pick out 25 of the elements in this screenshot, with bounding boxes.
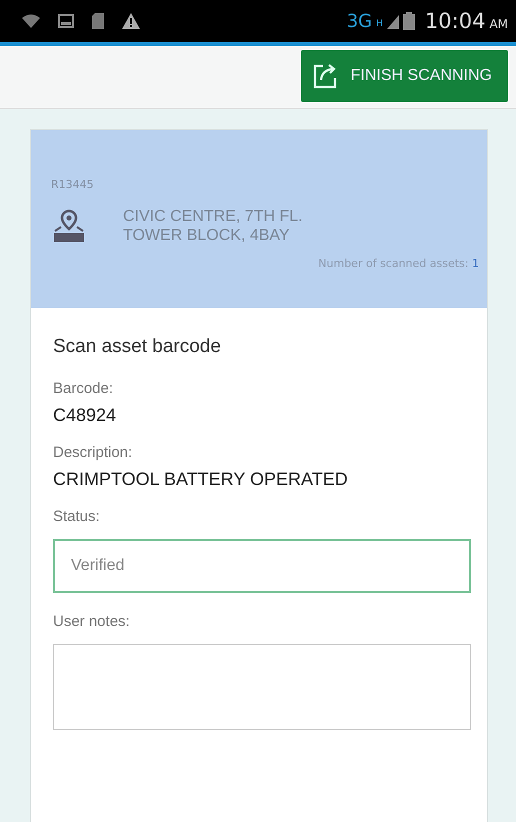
network-subtype: H bbox=[376, 19, 383, 29]
finish-scanning-button[interactable]: FINISH SCANNING bbox=[300, 50, 508, 102]
signal-icon bbox=[386, 13, 399, 29]
field-label: Barcode: bbox=[53, 380, 114, 397]
clock-time: 10:04 bbox=[424, 9, 486, 33]
wifi-icon bbox=[22, 14, 40, 28]
image-icon bbox=[58, 14, 74, 28]
input-field[interactable] bbox=[53, 644, 471, 730]
field-value: CRIMPTOOL BATTERY OPERATED bbox=[53, 469, 348, 490]
scanned-assets-count: Number of scanned assets: 1 bbox=[318, 257, 479, 270]
share-icon bbox=[312, 63, 339, 89]
network-type: 3G bbox=[346, 10, 372, 32]
location-pin-icon bbox=[51, 209, 87, 243]
field-label: Status: bbox=[53, 508, 100, 525]
field-label: Description: bbox=[53, 444, 132, 461]
field-label: User notes: bbox=[53, 613, 130, 630]
location-code: R13445 bbox=[51, 178, 95, 191]
location-name: CIVIC CENTRE, 7TH FL. TOWER BLOCK, 4BAY bbox=[123, 207, 303, 245]
sd-card-icon bbox=[92, 13, 104, 29]
battery-icon bbox=[402, 12, 415, 30]
clock-period: AM bbox=[489, 17, 508, 31]
field-value: C48924 bbox=[53, 405, 116, 426]
warning-icon bbox=[122, 13, 140, 29]
input-field[interactable]: Verified bbox=[53, 539, 471, 593]
form-title: Scan asset barcode bbox=[53, 336, 221, 358]
